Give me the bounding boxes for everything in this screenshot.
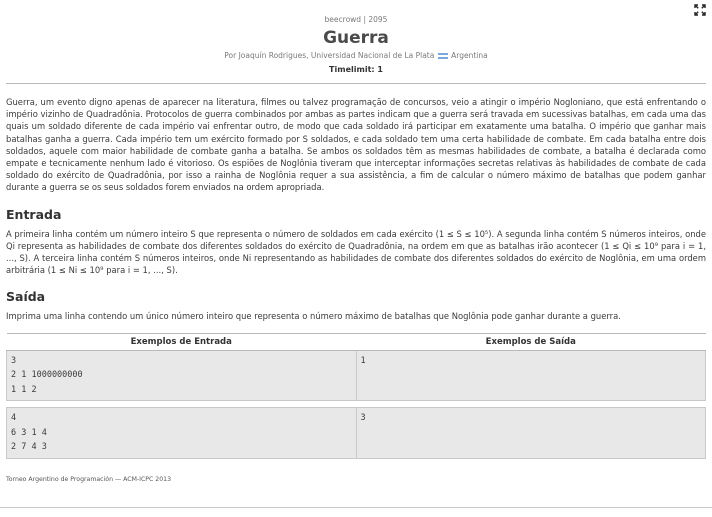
example-row: 4 6 3 1 4 2 7 4 3 3 <box>6 407 706 459</box>
example-input[interactable]: 3 2 1 1000000000 1 1 2 <box>6 349 357 402</box>
author-country: Argentina <box>451 51 488 60</box>
example-output[interactable]: 1 <box>355 349 706 402</box>
example-output[interactable]: 3 <box>355 407 706 459</box>
examples-output-header: Exemplos de Saída <box>356 332 706 351</box>
output-heading: Saída <box>6 289 46 305</box>
page-title: Guerra <box>323 28 389 48</box>
author-text: Por Joaquín Rodrigues, Universidad Nacio… <box>224 51 435 60</box>
problem-source: beecrowd | 2095 <box>324 15 388 24</box>
example-row: 3 2 1 1000000000 1 1 2 1 <box>6 349 706 402</box>
output-description: Imprima uma linha contendo um único núme… <box>6 311 621 322</box>
timelimit: Timelimit: 1 <box>329 65 383 74</box>
header-divider <box>6 83 706 84</box>
problem-footer: Torneo Argentino de Programación — ACM-I… <box>6 475 172 483</box>
problem-header: beecrowd | 2095 Guerra Por Joaquín Rodri… <box>0 0 712 74</box>
argentina-flag-icon <box>437 53 448 59</box>
input-heading: Entrada <box>6 206 62 222</box>
example-input[interactable]: 4 6 3 1 4 2 7 4 3 <box>6 407 357 459</box>
examples-table: Exemplos de Entrada Exemplos de Saída 3 … <box>6 332 706 459</box>
author-line: Por Joaquín Rodrigues, Universidad Nacio… <box>0 51 712 60</box>
problem-description: Guerra, um evento digno apenas de aparec… <box>6 97 706 193</box>
expand-icon[interactable] <box>694 4 706 16</box>
example-spacer <box>6 400 706 408</box>
bottom-divider <box>0 506 712 508</box>
input-description: A primeira linha contém um número inteir… <box>6 228 706 276</box>
examples-input-header: Exemplos de Entrada <box>6 332 356 351</box>
problem-body: Guerra, um evento digno apenas de aparec… <box>0 96 712 323</box>
